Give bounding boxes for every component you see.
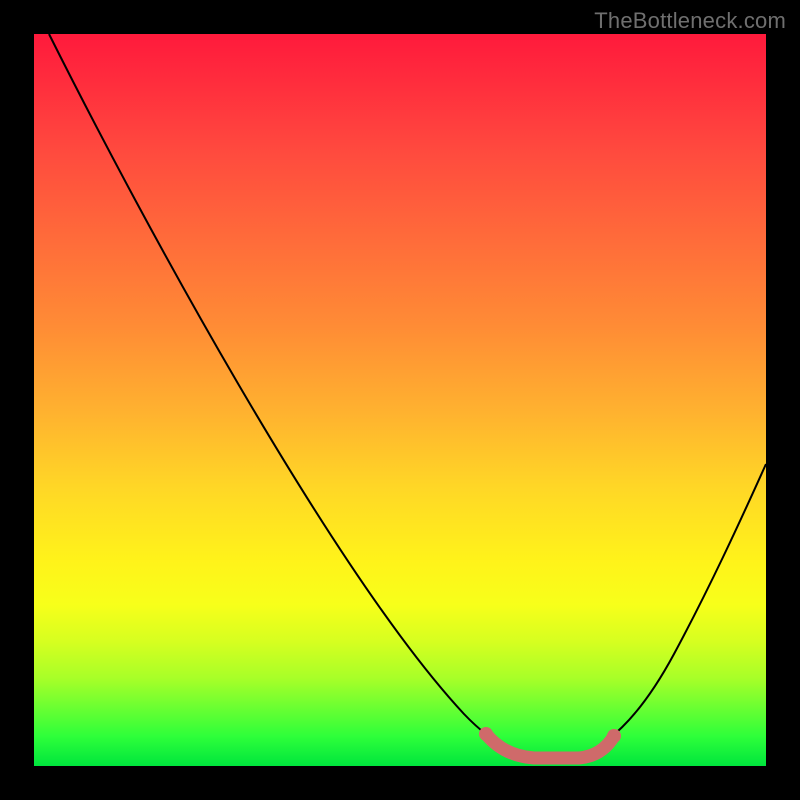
- bottleneck-curve: [49, 34, 766, 759]
- attribution-text: TheBottleneck.com: [594, 8, 786, 34]
- plot-area: [34, 34, 766, 766]
- optimal-range-start: [479, 727, 493, 741]
- optimal-range-marker: [486, 734, 614, 758]
- plot-svg: [34, 34, 766, 766]
- chart-frame: TheBottleneck.com: [0, 0, 800, 800]
- optimal-range-end: [607, 729, 621, 743]
